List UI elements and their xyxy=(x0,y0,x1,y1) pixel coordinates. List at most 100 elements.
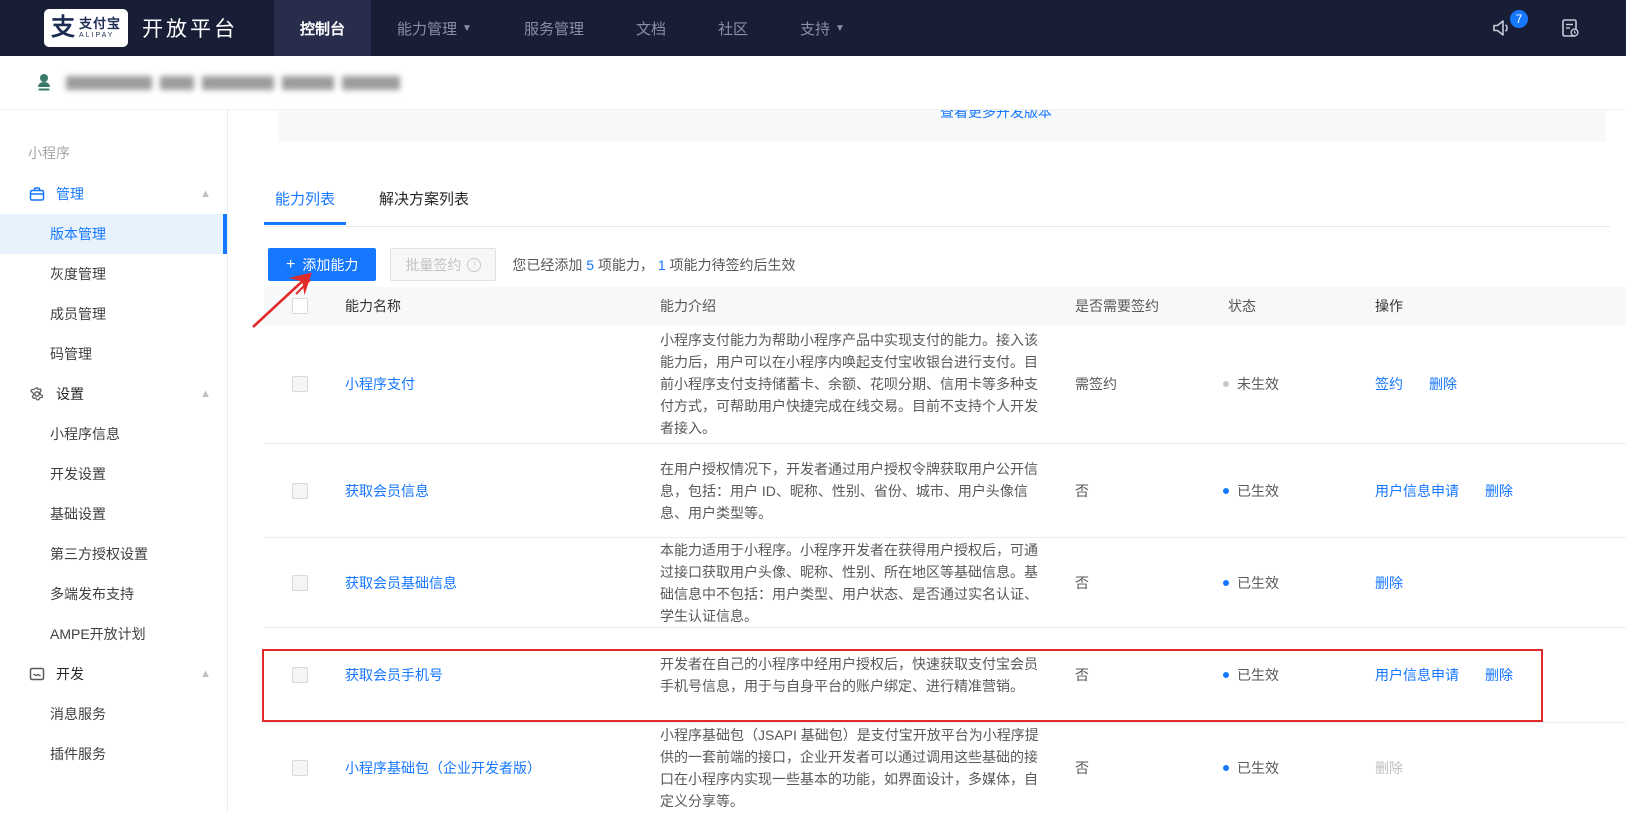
capability-summary: 您已经添加 5 项能力， 1 项能力待签约后生效 xyxy=(512,256,796,273)
sidebar-item-插件服务[interactable]: 插件服务 xyxy=(0,734,227,774)
column-header-name: 能力名称 xyxy=(345,298,401,314)
sidebar-item-多端发布支持[interactable]: 多端发布支持 xyxy=(0,574,227,614)
row-actions: 删除 xyxy=(1366,573,1626,593)
capability-name-link[interactable]: 小程序支付 xyxy=(345,376,415,392)
tab-能力列表[interactable]: 能力列表 xyxy=(264,188,347,225)
primary-nav: 控制台 能力管理 ▼ 服务管理 文档 社区 支持 ▼ xyxy=(274,0,871,56)
column-header-ops: 操作 xyxy=(1375,298,1403,314)
info-circle-icon: ! xyxy=(467,257,482,272)
account-name-redacted xyxy=(66,75,400,90)
column-header-sign: 是否需要签约 xyxy=(1075,298,1159,314)
status-dot xyxy=(1223,672,1229,678)
action-用户信息申请[interactable]: 用户信息申请 xyxy=(1375,481,1459,501)
alipay-logo-glyph: 支 xyxy=(50,14,75,41)
document-clock-icon xyxy=(1562,19,1579,37)
brand[interactable]: 支 支付宝 ALIPAY 开放平台 xyxy=(44,9,238,47)
action-删除[interactable]: 删除 xyxy=(1485,481,1513,501)
sidebar: 小程序管理 ▲ 版本管理 灰度管理 成员管理 码管理 设置 ▲ 小程序信息 开发设置 基础设置 第三方… xyxy=(0,110,228,813)
account-bar xyxy=(0,56,1626,110)
row-checkbox[interactable] xyxy=(292,760,308,776)
row-checkbox[interactable] xyxy=(292,482,308,499)
row-checkbox[interactable] xyxy=(292,574,308,591)
add-capability-button[interactable]: + 添加能力 xyxy=(268,248,377,281)
status-text: 已生效 xyxy=(1237,667,1279,683)
status-text: 已生效 xyxy=(1237,482,1279,499)
capability-table: 能力名称 能力介绍 是否需要签约 状态 操作 小程序支付 小程序支付能力为帮助小… xyxy=(264,287,1626,813)
status-text: 未生效 xyxy=(1237,376,1279,392)
chevron-up-icon: ▲ xyxy=(200,188,211,200)
sign-required-value: 否 xyxy=(1075,760,1089,776)
table-row: 小程序支付 小程序支付能力为帮助小程序产品中实现支付的能力。接入该能力后，用户可… xyxy=(264,325,1626,444)
sidebar-item-小程序信息[interactable]: 小程序信息 xyxy=(0,414,227,454)
sign-required-value: 否 xyxy=(1075,574,1089,591)
capability-name-link[interactable]: 获取会员基础信息 xyxy=(345,575,457,591)
chevron-up-icon: ▲ xyxy=(200,388,211,400)
sign-required-value: 需签约 xyxy=(1075,376,1117,392)
sidebar-section-开发[interactable]: 开发 ▲ xyxy=(0,654,227,694)
sidebar-section-管理[interactable]: 管理 ▲ xyxy=(0,174,227,214)
briefcase-icon xyxy=(29,186,45,202)
nav-item-控制台[interactable]: 控制台 xyxy=(274,0,372,56)
nav-item-能力管理[interactable]: 能力管理 ▼ xyxy=(371,0,498,56)
action-删除[interactable]: 删除 xyxy=(1485,665,1513,685)
records-button[interactable] xyxy=(1558,16,1582,40)
announcements-button[interactable]: 7 xyxy=(1490,10,1528,40)
sidebar-item-码管理[interactable]: 码管理 xyxy=(0,334,227,374)
sidebar-item-第三方授权设置[interactable]: 第三方授权设置 xyxy=(0,534,227,574)
status-dot xyxy=(1223,765,1229,771)
row-checkbox[interactable] xyxy=(292,376,308,392)
tab-解决方案列表[interactable]: 解决方案列表 xyxy=(368,188,480,225)
chevron-down-icon: ▼ xyxy=(835,22,845,34)
table-row: 获取会员信息 在用户授权情况下，开发者通过用户授权令牌获取用户公开信息，包括：用… xyxy=(264,444,1626,538)
action-删除: 删除 xyxy=(1375,760,1403,776)
gear-icon xyxy=(29,386,45,402)
platform-title: 开放平台 xyxy=(142,18,238,41)
column-header-desc: 能力介绍 xyxy=(660,298,716,314)
action-删除[interactable]: 删除 xyxy=(1375,573,1403,593)
brand-name-cn: 支付宝 xyxy=(78,16,121,31)
version-panel-collapsed: 查看更多开发版本 xyxy=(278,110,1606,142)
action-签约[interactable]: 签约 xyxy=(1375,374,1403,394)
capability-description: 在用户授权情况下，开发者通过用户授权令牌获取用户公开信息，包括：用户 ID、昵称… xyxy=(660,460,1038,521)
batch-sign-button[interactable]: 批量签约 ! xyxy=(390,248,497,281)
status-dot xyxy=(1223,579,1229,586)
table-row: 小程序基础包（企业开发者版） 小程序基础包（JSAPI 基础包）是支付宝开放平台… xyxy=(264,723,1626,813)
capability-description: 开发者在自己的小程序中经用户授权后，快速获取支付宝会员手机号信息，用于与自身平台… xyxy=(660,656,1038,694)
status-text: 已生效 xyxy=(1237,760,1279,776)
notification-badge: 7 xyxy=(1510,10,1528,28)
sidebar-item-开发设置[interactable]: 开发设置 xyxy=(0,454,227,494)
capability-name-link[interactable]: 小程序基础包（企业开发者版） xyxy=(345,760,541,776)
nav-item-支持[interactable]: 支持 ▼ xyxy=(774,0,871,56)
action-删除[interactable]: 删除 xyxy=(1429,374,1457,394)
sidebar-item-灰度管理[interactable]: 灰度管理 xyxy=(0,254,227,294)
sidebar-item-消息服务[interactable]: 消息服务 xyxy=(0,694,227,734)
capability-name-link[interactable]: 获取会员信息 xyxy=(345,483,429,499)
sidebar-group-小程序: 小程序 xyxy=(28,145,70,161)
capability-description: 小程序基础包（JSAPI 基础包）是支付宝开放平台为小程序提供的一套前端的接口，… xyxy=(660,727,1039,809)
row-actions: 用户信息申请 删除 xyxy=(1366,481,1626,501)
sidebar-item-基础设置[interactable]: 基础设置 xyxy=(0,494,227,534)
window-icon xyxy=(29,666,45,682)
row-actions: 删除 xyxy=(1366,758,1626,778)
sidebar-item-版本管理[interactable]: 版本管理 xyxy=(0,214,227,254)
sidebar-item-成员管理[interactable]: 成员管理 xyxy=(0,294,227,334)
capability-description: 小程序支付能力为帮助小程序产品中实现支付的能力。接入该能力后，用户可以在小程序内… xyxy=(660,332,1038,436)
capability-name-link[interactable]: 获取会员手机号 xyxy=(345,667,443,683)
action-用户信息申请[interactable]: 用户信息申请 xyxy=(1375,665,1459,685)
select-all-checkbox[interactable] xyxy=(292,298,308,314)
nav-item-文档[interactable]: 文档 xyxy=(610,0,692,56)
account-avatar-icon xyxy=(38,73,50,90)
pending-count: 1 xyxy=(657,256,666,273)
nav-item-服务管理[interactable]: 服务管理 xyxy=(498,0,610,56)
more-versions-link[interactable]: 查看更多开发版本 xyxy=(940,110,1052,122)
added-count: 5 xyxy=(586,256,595,273)
sign-required-value: 否 xyxy=(1075,482,1089,499)
plus-icon: + xyxy=(286,255,296,273)
nav-item-社区[interactable]: 社区 xyxy=(692,0,774,56)
sidebar-section-设置[interactable]: 设置 ▲ xyxy=(0,374,227,414)
sidebar-item-AMPE开放计划[interactable]: AMPE开放计划 xyxy=(0,614,227,654)
row-checkbox[interactable] xyxy=(292,667,308,683)
main-content: 查看更多开发版本 能力列表 解决方案列表 + 添加能力 批量签约 ! 您已经添加 … xyxy=(228,110,1626,813)
status-text: 已生效 xyxy=(1237,574,1279,591)
status-dot xyxy=(1223,381,1229,387)
